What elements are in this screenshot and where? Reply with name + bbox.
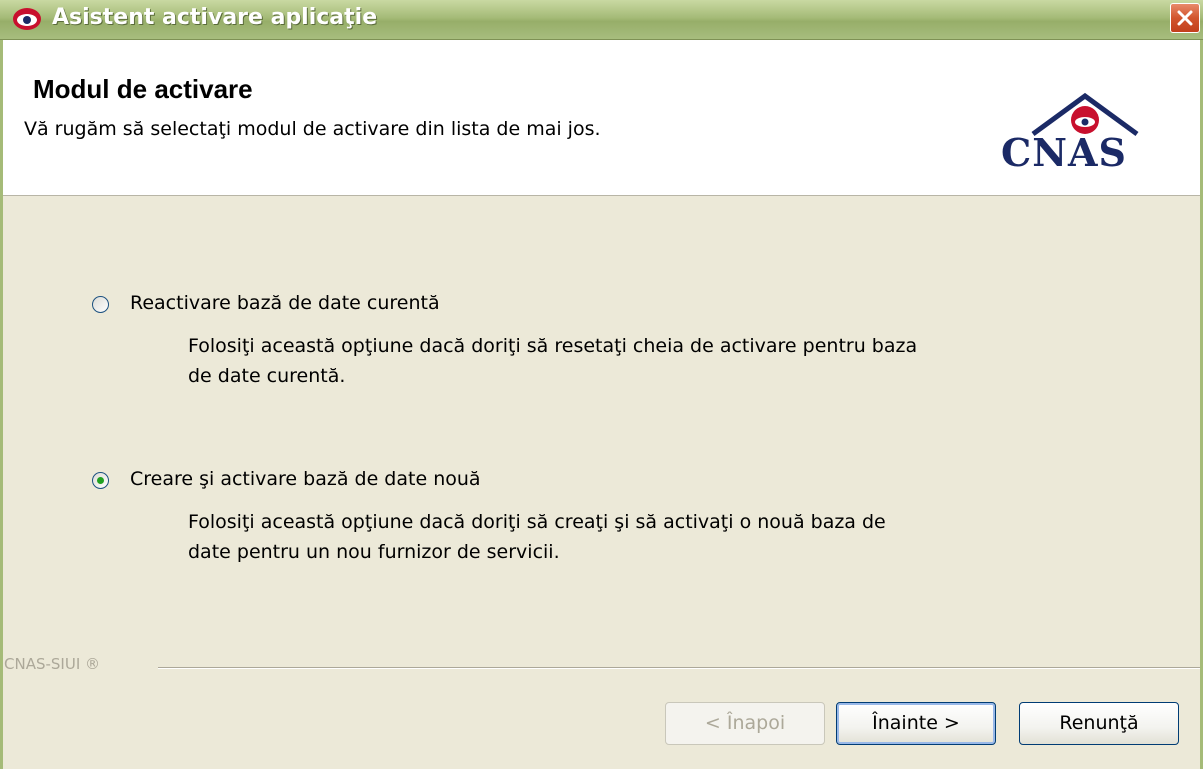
page-title: Modul de activare	[33, 74, 253, 104]
page-subtitle: Vă rugăm să selectaţi modul de activare …	[24, 118, 601, 140]
footer-divider	[158, 667, 1200, 669]
radio-reactivate[interactable]	[92, 296, 109, 313]
option-reactivate-description: Folosiţi această opţiune dacă doriţi să …	[188, 331, 917, 391]
back-button[interactable]: < Înapoi	[665, 702, 825, 745]
radio-selected-dot	[97, 477, 104, 484]
close-button[interactable]	[1170, 3, 1200, 33]
close-icon	[1177, 10, 1193, 26]
option-create-new-description: Folosiţi această opţiune dacă doriţi să …	[188, 507, 886, 567]
description-line: Folosiţi această opţiune dacă doriţi să …	[188, 511, 886, 533]
cancel-button[interactable]: Renunţă	[1019, 702, 1179, 745]
footer-brand: CNAS-SIUI ®	[4, 655, 101, 673]
title-bar: Asistent activare aplicaţie	[0, 0, 1203, 40]
option-reactivate-label[interactable]: Reactivare bază de date curentă	[130, 292, 440, 314]
wizard-header: Modul de activare Vă rugăm să selectaţi …	[3, 40, 1200, 196]
next-button[interactable]: Înainte >	[836, 702, 996, 745]
app-eye-icon	[12, 6, 42, 32]
description-line: de date curentă.	[188, 365, 346, 387]
radio-create-new[interactable]	[92, 472, 109, 489]
window-title: Asistent activare aplicaţie	[52, 5, 378, 30]
description-line: date pentru un nou furnizor de servicii.	[188, 541, 560, 563]
logo-text: CNAS	[1001, 130, 1127, 175]
option-create-new-label[interactable]: Creare şi activare bază de date nouă	[130, 468, 481, 490]
cnas-logo: CNAS	[993, 86, 1163, 186]
description-line: Folosiţi această opţiune dacă doriţi să …	[188, 335, 918, 357]
